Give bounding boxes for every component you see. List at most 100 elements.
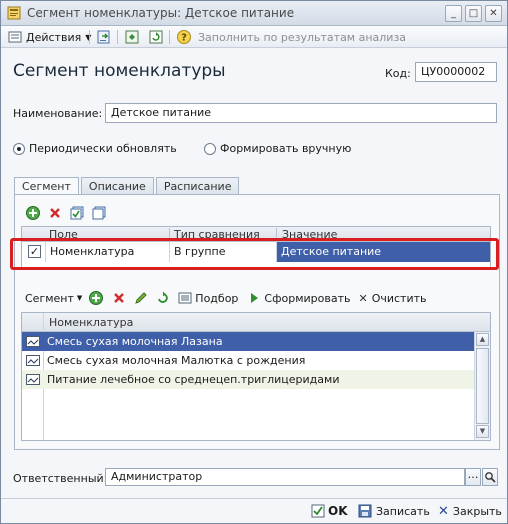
close-label: Закрыть xyxy=(452,504,502,518)
cell-field[interactable]: Номенклатура xyxy=(46,242,170,262)
check-all-icon[interactable] xyxy=(69,205,85,221)
generate-label: Сформировать xyxy=(264,291,351,305)
footer-bar: OK Записать ✕ Закрыть xyxy=(1,498,507,523)
structure-button[interactable] xyxy=(124,29,140,45)
window-title: Сегмент номенклатуры: Детское питание xyxy=(27,6,295,20)
segment-menu[interactable]: Сегмент ▼ xyxy=(25,292,82,305)
actions-icon xyxy=(8,31,22,43)
close-button[interactable]: ✕ xyxy=(485,5,502,22)
toolbar-separator xyxy=(117,30,118,44)
select-button[interactable]: … xyxy=(465,468,481,486)
toolbar-separator xyxy=(169,30,170,44)
table-header: Номенклатура xyxy=(22,313,490,332)
close-form-button[interactable]: ✕ Закрыть xyxy=(438,502,502,520)
close-icon: ✕ xyxy=(438,503,449,519)
toolbar: Действия ▼ xyxy=(1,26,507,48)
generate-button[interactable]: Сформировать xyxy=(246,290,350,306)
actions-menu[interactable]: Действия ▼ xyxy=(7,29,91,45)
item-name: Смесь сухая молочная Малютка с рождения xyxy=(47,354,306,367)
actions-label: Действия xyxy=(26,30,82,44)
table-row[interactable]: ✓ Номенклатура В группе Детское питание xyxy=(22,242,490,262)
ok-icon xyxy=(311,504,325,518)
save-button[interactable]: Записать xyxy=(357,502,430,520)
cell-comparison[interactable]: В группе xyxy=(170,242,277,262)
radio-periodic-label: Периодически обновлять xyxy=(29,142,177,155)
go-to-icon xyxy=(97,30,110,44)
radio-periodic-update[interactable]: Периодически обновлять xyxy=(13,142,177,155)
add-icon[interactable] xyxy=(88,290,104,306)
clear-button[interactable]: ✕ Очистить xyxy=(358,292,426,305)
clear-icon: ✕ xyxy=(358,291,368,305)
tab-strip: Сегмент Описание Расписание xyxy=(14,177,241,196)
title-bar: Сегмент номенклатуры: Детское питание _ … xyxy=(1,1,507,26)
add-icon[interactable] xyxy=(25,205,41,221)
radio-manual-label: Формировать вручную xyxy=(220,142,352,155)
ok-label: OK xyxy=(328,504,348,518)
search-button[interactable] xyxy=(482,468,498,486)
conditions-toolbar xyxy=(25,205,107,221)
clear-label: Очистить xyxy=(371,291,427,305)
column-header-comparison[interactable]: Тип сравнения xyxy=(174,228,260,241)
delete-icon[interactable] xyxy=(111,290,127,306)
refresh-icon[interactable] xyxy=(155,290,171,306)
radio-button xyxy=(204,142,216,155)
name-field[interactable]: Детское питание xyxy=(105,103,497,123)
app-icon xyxy=(7,6,21,20)
ok-button[interactable]: OK xyxy=(310,502,348,520)
table-header: Поле Тип сравнения Значение xyxy=(22,227,490,243)
conditions-table: Поле Тип сравнения Значение ✓ Номенклату… xyxy=(21,226,491,268)
responsible-field[interactable]: Администратор xyxy=(105,468,465,486)
save-label: Записать xyxy=(376,504,430,518)
column-header-value[interactable]: Значение xyxy=(282,228,337,241)
pick-icon xyxy=(178,292,192,304)
structure-icon xyxy=(125,30,139,44)
item-icon xyxy=(26,336,40,347)
name-label: Наименование: xyxy=(13,107,103,120)
responsible-label: Ответственный: xyxy=(13,472,108,485)
refresh-icon xyxy=(149,30,163,44)
tab-panel-segment: Поле Тип сравнения Значение ✓ Номенклату… xyxy=(14,194,500,450)
list-item[interactable]: Смесь сухая молочная Лазана xyxy=(22,332,474,351)
fill-by-analysis-button[interactable]: ? Заполнить по результатам анализа xyxy=(176,29,406,45)
cell-value[interactable]: Детское питание xyxy=(277,242,490,262)
maximize-button[interactable]: □ xyxy=(465,5,482,22)
row-checkbox-cell[interactable]: ✓ xyxy=(22,242,46,262)
page-title: Сегмент номенклатуры xyxy=(13,61,226,81)
vertical-scrollbar[interactable]: ▲ ▼ xyxy=(474,332,490,440)
segment-toolbar: Сегмент ▼ Подбор Сформировать ✕ Очистить xyxy=(25,289,427,307)
column-header-field[interactable]: Поле xyxy=(49,228,78,241)
fill-by-analysis-label: Заполнить по результатам анализа xyxy=(198,30,407,44)
column-header-item[interactable]: Номенклатура xyxy=(49,316,133,329)
scroll-thumb[interactable] xyxy=(476,348,489,424)
play-icon xyxy=(251,293,259,303)
svg-text:?: ? xyxy=(181,33,187,44)
radio-manual[interactable]: Формировать вручную xyxy=(204,142,351,155)
refresh-button[interactable] xyxy=(148,29,164,45)
list-item[interactable]: Смесь сухая молочная Малютка с рождения xyxy=(22,351,474,370)
items-table: Номенклатура Смесь сухая молочная Лазана… xyxy=(21,312,491,441)
radio-button-selected xyxy=(13,142,25,155)
minimize-button[interactable]: _ xyxy=(445,5,462,22)
help-icon: ? xyxy=(177,30,191,44)
go-to-button[interactable] xyxy=(96,29,112,45)
tab-description[interactable]: Описание xyxy=(80,177,154,195)
row-checkbox[interactable]: ✓ xyxy=(28,245,41,258)
search-icon xyxy=(485,472,496,483)
form-window: Сегмент номенклатуры: Детское питание _ … xyxy=(0,0,508,524)
list-item[interactable]: Питание лечебное со среднецеп.триглицери… xyxy=(22,370,474,389)
code-label: Код: xyxy=(385,67,411,80)
delete-icon[interactable] xyxy=(47,205,63,221)
chevron-down-icon: ▼ xyxy=(76,294,83,302)
tab-schedule[interactable]: Расписание xyxy=(155,177,240,195)
uncheck-all-icon[interactable] xyxy=(91,205,107,221)
pick-label: Подбор xyxy=(195,291,239,305)
item-icon xyxy=(26,374,40,385)
edit-icon[interactable] xyxy=(133,290,149,306)
item-icon xyxy=(26,355,40,366)
scroll-up-icon[interactable]: ▲ xyxy=(476,333,489,346)
code-field[interactable]: ЦУ0000002 xyxy=(415,62,497,82)
scroll-down-icon[interactable]: ▼ xyxy=(476,425,489,438)
item-name: Питание лечебное со среднецеп.триглицери… xyxy=(47,373,340,386)
pick-button[interactable]: Подбор xyxy=(177,290,238,306)
item-name: Смесь сухая молочная Лазана xyxy=(47,335,223,348)
